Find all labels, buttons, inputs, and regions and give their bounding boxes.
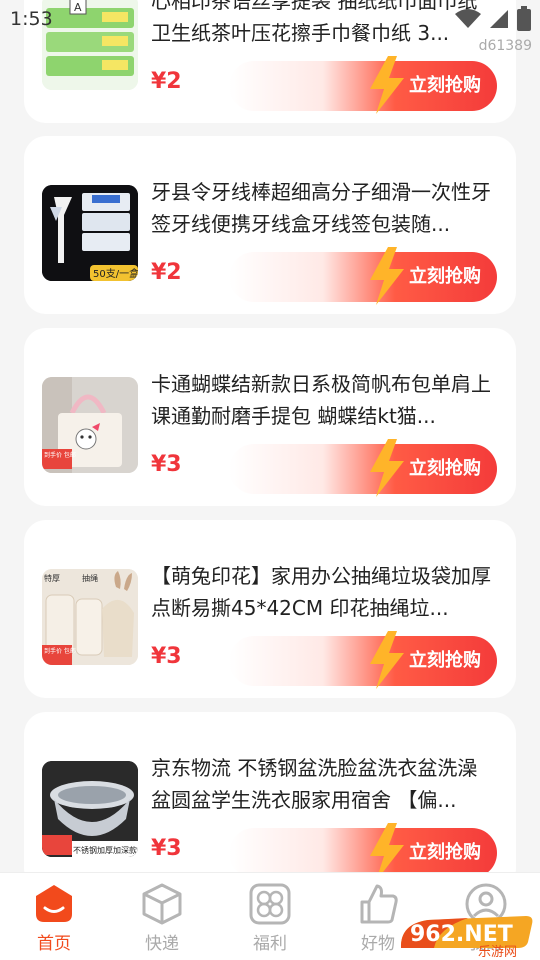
thumbs-up-icon <box>360 884 398 924</box>
product-card[interactable]: 不锈钢加厚加深款 京东物流 不锈钢盆洗脸盆洗衣盆洗澡盆圆盆学生洗衣服家用宿舍 【… <box>24 712 516 872</box>
product-list[interactable]: A 心相印茶语丝享提袋 抽纸纸巾面巾纸卫生纸茶叶压花擦手巾餐巾纸 3... ¥2… <box>0 0 540 872</box>
product-price: ¥2 <box>151 69 182 94</box>
thumb-badge: 不锈钢加厚加深款 <box>73 845 137 855</box>
buy-now-button[interactable]: 立刻抢购 <box>229 56 497 114</box>
status-icons <box>454 6 532 32</box>
thumb-badge: 到手价 包邮 <box>44 451 76 459</box>
buy-now-button[interactable]: 立刻抢购 <box>229 439 497 497</box>
status-bar: 1:53 <box>0 0 540 40</box>
thumb-tag: 抽绳 <box>82 573 98 583</box>
tab-welfare[interactable]: 福利 <box>216 873 324 960</box>
product-card[interactable]: 特厚 抽绳 到手价 包邮 【萌兔印花】家用办公抽绳垃圾袋加厚点断易撕45*42C… <box>24 520 516 698</box>
wifi-icon <box>455 9 481 28</box>
tab-label: 快递 <box>145 934 179 954</box>
product-title[interactable]: 牙县令牙线棒超细高分子细滑一次性牙签牙线便携牙线盒牙线签包装随... <box>151 176 491 240</box>
steel-basin-image: 不锈钢加厚加深款 <box>42 761 138 857</box>
buy-now-label: 立刻抢购 <box>409 842 481 863</box>
tab-label: 首页 <box>37 934 71 954</box>
watermark-subtext: 乐游网 <box>478 945 517 958</box>
product-price: ¥2 <box>151 260 182 285</box>
status-time: 1:53 <box>10 8 53 30</box>
tab-home[interactable]: 首页 <box>0 873 108 960</box>
buy-now-button[interactable]: 立刻抢购 <box>229 247 497 305</box>
lightning-icon <box>370 247 404 305</box>
home-icon <box>36 885 72 922</box>
device-id-label: d61389 <box>478 38 532 54</box>
product-thumbnail[interactable]: 不锈钢加厚加深款 <box>42 761 138 857</box>
buy-now-button[interactable]: 立刻抢购 <box>229 631 497 689</box>
product-title[interactable]: 卡通蝴蝶结新款日系极简帆布包单肩上课通勤耐磨手提包 蝴蝶结kt猫... <box>151 368 491 432</box>
product-price: ¥3 <box>151 836 182 861</box>
trash-bag-image: 特厚 抽绳 到手价 包邮 <box>42 569 138 665</box>
watermark-logo: 962.NET 乐游网 <box>400 916 533 958</box>
thumb-badge: 50支/一盒 <box>93 267 138 280</box>
lightning-icon <box>370 439 404 497</box>
product-thumbnail[interactable]: 特厚 抽绳 到手价 包邮 <box>42 569 138 665</box>
buy-now-label: 立刻抢购 <box>409 266 481 287</box>
product-price: ¥3 <box>151 644 182 669</box>
package-icon <box>142 883 182 925</box>
buy-now-label: 立刻抢购 <box>409 75 481 96</box>
buy-now-label: 立刻抢购 <box>409 458 481 479</box>
product-title[interactable]: 【萌兔印花】家用办公抽绳垃圾袋加厚点断易撕45*42CM 印花抽绳垃... <box>151 560 491 624</box>
battery-icon <box>517 6 531 31</box>
product-title[interactable]: 京东物流 不锈钢盆洗脸盆洗衣盆洗澡盆圆盆学生洗衣服家用宿舍 【偏... <box>151 752 491 816</box>
lightning-icon <box>370 823 404 872</box>
floss-box-image: 50支/一盒 <box>42 185 138 281</box>
tab-express[interactable]: 快递 <box>108 873 216 960</box>
canvas-bag-image: 到手价 包邮 <box>42 377 138 473</box>
buy-now-label: 立刻抢购 <box>409 650 481 671</box>
product-thumbnail[interactable]: 到手价 包邮 <box>42 377 138 473</box>
thumb-badge: 到手价 包邮 <box>44 647 76 655</box>
gift-icon <box>249 883 291 925</box>
product-thumbnail[interactable]: 50支/一盒 <box>42 185 138 281</box>
signal-icon <box>490 10 508 28</box>
product-card[interactable]: 到手价 包邮 卡通蝴蝶结新款日系极简帆布包单肩上课通勤耐磨手提包 蝴蝶结kt猫.… <box>24 328 516 506</box>
thumb-tag: 特厚 <box>44 573 60 583</box>
lightning-icon <box>370 56 404 114</box>
tab-label: 福利 <box>253 934 287 954</box>
lightning-icon <box>370 631 404 689</box>
product-card[interactable]: 50支/一盒 牙县令牙线棒超细高分子细滑一次性牙签牙线便携牙线盒牙线签包装随..… <box>24 136 516 314</box>
product-price: ¥3 <box>151 452 182 477</box>
watermark-text: 962.NET <box>410 922 513 947</box>
buy-now-button[interactable]: 立刻抢购 <box>229 823 497 872</box>
